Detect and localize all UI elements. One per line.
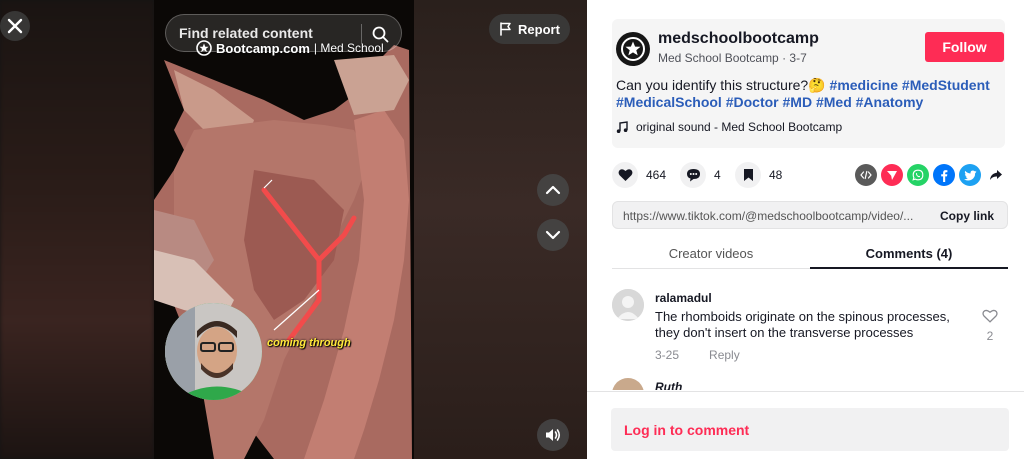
comment-circle [680, 162, 706, 188]
commenter-avatar[interactable] [612, 378, 644, 390]
comment-login-bar: Log in to comment [587, 391, 1024, 459]
close-icon [7, 18, 23, 34]
creator-avatar[interactable] [616, 32, 650, 66]
comment-text: The rhomboids originate on the spinous p… [655, 309, 950, 340]
facebook-icon [941, 169, 948, 182]
creator-subline: Med School Bootcamp · 3-7 [658, 51, 807, 65]
comment-like-count: 2 [986, 329, 994, 343]
heart-outline-icon [982, 309, 998, 323]
whatsapp-button[interactable] [907, 164, 929, 186]
share-link-box: https://www.tiktok.com/@medschoolbootcam… [612, 201, 1008, 229]
twitter-button[interactable] [959, 164, 981, 186]
video-caption: coming through [267, 337, 351, 349]
twitter-icon [963, 170, 976, 180]
comment-like-button[interactable]: 2 [980, 309, 1000, 343]
hashtag-doctor[interactable]: #Doctor [726, 94, 779, 110]
commenter-name[interactable]: Ruth [655, 380, 682, 390]
report-label: Report [518, 21, 560, 37]
favorite-button[interactable]: 48 [735, 162, 782, 188]
heart-icon [618, 169, 632, 181]
comment-button[interactable]: 4 [680, 162, 721, 188]
video-player[interactable]: coming through Bootcamp.com | Med School… [0, 0, 587, 459]
comment-item: ralamadul The rhomboids originate on the… [612, 289, 1008, 369]
like-button[interactable]: 464 [612, 162, 666, 188]
action-bar: 464 4 48 [612, 162, 1007, 188]
creator-display-name: Med School Bootcamp [658, 51, 779, 65]
facebook-button[interactable] [933, 164, 955, 186]
next-video-button[interactable] [537, 219, 569, 251]
save-count: 48 [769, 168, 783, 182]
volume-icon [546, 429, 561, 441]
presenter-avatar [165, 303, 262, 400]
hashtag-md[interactable]: #MD [783, 94, 813, 110]
whatsapp-icon [912, 169, 924, 181]
hashtag-medicalschool[interactable]: #MedicalSchool [616, 94, 722, 110]
previous-video-button[interactable] [537, 174, 569, 206]
hashtag-anatomy[interactable]: #Anatomy [856, 94, 924, 110]
follow-button[interactable]: Follow [925, 32, 1004, 62]
login-to-comment-button[interactable]: Log in to comment [611, 408, 1009, 451]
post-description: Can you identify this structure?🤔 #medic… [616, 77, 1001, 111]
commenter-avatar[interactable] [612, 289, 644, 321]
video-url[interactable]: https://www.tiktok.com/@medschoolbootcam… [623, 209, 923, 223]
video-watermark: Bootcamp.com | Med School [196, 40, 384, 56]
embed-icon [860, 170, 872, 180]
comment-count: 4 [714, 168, 721, 182]
report-button[interactable]: Report [489, 14, 570, 44]
chevron-down-icon [545, 230, 561, 240]
like-circle [612, 162, 638, 188]
active-tab-indicator [810, 267, 1008, 269]
search-input[interactable] [179, 25, 354, 41]
send-button[interactable] [881, 164, 903, 186]
tab-creator-videos[interactable]: Creator videos [612, 246, 810, 261]
content-tabs: Creator videos Comments (4) [612, 243, 1008, 269]
flag-icon [500, 22, 511, 36]
bookmark-icon [743, 169, 753, 181]
commenter-name[interactable]: ralamadul [655, 291, 712, 305]
volume-button[interactable] [537, 419, 569, 451]
tab-comments[interactable]: Comments (4) [810, 246, 1008, 261]
embed-button[interactable] [855, 164, 877, 186]
hashtag-medstudent[interactable]: #MedStudent [902, 77, 990, 93]
post-info-card: medschoolbootcamp Med School Bootcamp · … [612, 19, 1005, 148]
close-button[interactable] [0, 11, 30, 41]
watermark-brand: Bootcamp.com [216, 40, 310, 56]
like-count: 464 [646, 168, 667, 182]
bootcamp-star-icon [621, 37, 645, 61]
bootcamp-logo-icon [196, 40, 212, 56]
video-backdrop-left [0, 0, 154, 459]
hashtag-med[interactable]: #Med [816, 94, 852, 110]
comment-item: Ruth [612, 378, 1008, 390]
comment-meta: 3-25 Reply [655, 348, 740, 362]
description-text: Can you identify this structure?🤔 [616, 77, 826, 93]
music-note-icon [616, 120, 628, 133]
music-title: original sound - Med School Bootcamp [636, 120, 843, 134]
reply-button[interactable]: Reply [709, 348, 740, 362]
music-link[interactable]: original sound - Med School Bootcamp [616, 120, 842, 134]
creator-username[interactable]: medschoolbootcamp [658, 30, 819, 48]
hashtag-medicine[interactable]: #medicine [830, 77, 898, 93]
copy-link-button[interactable]: Copy link [940, 209, 994, 223]
favorite-circle [735, 162, 761, 188]
watermark-suffix: | Med School [313, 41, 384, 55]
post-date: 3-7 [789, 51, 807, 65]
chevron-up-icon [545, 185, 561, 195]
more-share-button[interactable] [985, 164, 1007, 186]
send-icon [887, 171, 897, 180]
share-arrow-icon [990, 170, 1002, 180]
comment-date: 3-25 [655, 348, 680, 362]
comment-bubble-icon [686, 169, 700, 182]
default-user-icon [612, 289, 644, 321]
